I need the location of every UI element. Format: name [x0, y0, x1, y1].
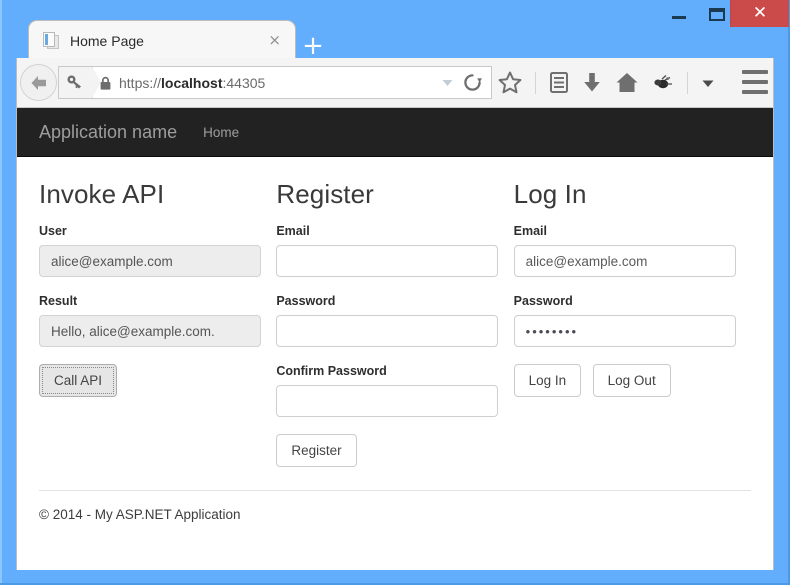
heading-invoke-api: Invoke API	[39, 179, 165, 209]
label-login-email: Email	[513, 224, 548, 238]
reload-icon[interactable]	[463, 73, 482, 92]
register-button[interactable]: Register	[276, 434, 357, 467]
toolbar-separator-2	[687, 71, 688, 94]
url-host: localhost	[161, 74, 223, 91]
lock-icon	[100, 76, 111, 90]
url-port: :44305	[222, 74, 266, 91]
label-login-password: Password	[513, 294, 573, 308]
app-brand[interactable]: Application name	[39, 122, 177, 143]
heading-register: Register	[276, 179, 374, 209]
dropdown-arrow-icon[interactable]	[441, 76, 454, 89]
extension-dropdown-icon[interactable]	[701, 76, 715, 90]
page-content: Invoke API User Result Call API Register…	[17, 157, 773, 467]
call-api-button[interactable]: Call API	[39, 364, 118, 397]
download-arrow-icon[interactable]	[582, 71, 602, 94]
home-icon[interactable]	[615, 71, 639, 94]
log-out-button[interactable]: Log Out	[592, 364, 671, 397]
site-identity-button[interactable]	[59, 67, 101, 98]
app-navbar: Application name Home	[17, 108, 773, 157]
column-log-in: Log In Email Password Log In Log Out	[513, 171, 751, 467]
hamburger-menu-icon[interactable]	[742, 70, 768, 94]
url-text[interactable]: https://localhost:44305	[93, 75, 265, 91]
label-register-email: Email	[276, 224, 310, 238]
user-input[interactable]	[39, 245, 261, 277]
address-bar[interactable]: https://localhost:44305	[58, 66, 492, 99]
result-input[interactable]	[39, 315, 261, 347]
extension-icon[interactable]	[652, 73, 674, 93]
window-frame-left	[0, 0, 2, 585]
back-button[interactable]	[20, 64, 57, 101]
column-invoke-api: Invoke API User Result Call API	[39, 171, 276, 467]
column-register: Register Email Password Confirm Password…	[276, 171, 513, 467]
register-confirm-password-input[interactable]	[276, 385, 499, 417]
log-in-button[interactable]: Log In	[513, 364, 582, 397]
page-footer: © 2014 - My ASP.NET Application	[17, 491, 773, 522]
reader-list-icon[interactable]	[549, 71, 569, 94]
register-email-input[interactable]	[276, 245, 499, 277]
label-register-password: Password	[276, 294, 336, 308]
heading-log-in: Log In	[513, 179, 587, 209]
columns-row: Invoke API User Result Call API Register…	[39, 171, 751, 467]
label-register-confirm-password: Confirm Password	[276, 364, 387, 378]
extension-glyph-icon	[654, 74, 672, 88]
new-tab-button[interactable]: +	[300, 33, 326, 60]
address-bar-actions	[441, 73, 491, 92]
login-email-input[interactable]	[513, 245, 736, 277]
browser-action-icons	[498, 66, 715, 99]
register-password-input[interactable]	[276, 315, 499, 347]
tab-home-page[interactable]: Home Page ×	[28, 20, 296, 60]
bookmark-star-icon[interactable]	[498, 71, 522, 94]
tab-strip: Home Page × +	[0, 16, 790, 60]
document-favicon-icon	[43, 31, 60, 50]
page-viewport: Application name Home Invoke API User Re…	[16, 108, 774, 570]
identity-key-icon	[67, 75, 81, 89]
browser-window: ✕ Home Page × + https://localhost:44305 …	[0, 0, 790, 585]
label-result: Result	[39, 294, 78, 308]
label-user: User	[39, 224, 67, 238]
tab-close-icon[interactable]: ×	[264, 33, 285, 48]
login-password-input[interactable]	[513, 315, 736, 347]
toolbar-separator-1	[535, 71, 536, 94]
footer-copyright: © 2014 - My ASP.NET Application	[39, 507, 241, 522]
tab-title: Home Page	[70, 32, 144, 49]
nav-link-home[interactable]: Home	[203, 125, 239, 140]
back-arrow-icon	[31, 75, 46, 90]
url-scheme: https://	[119, 74, 162, 91]
